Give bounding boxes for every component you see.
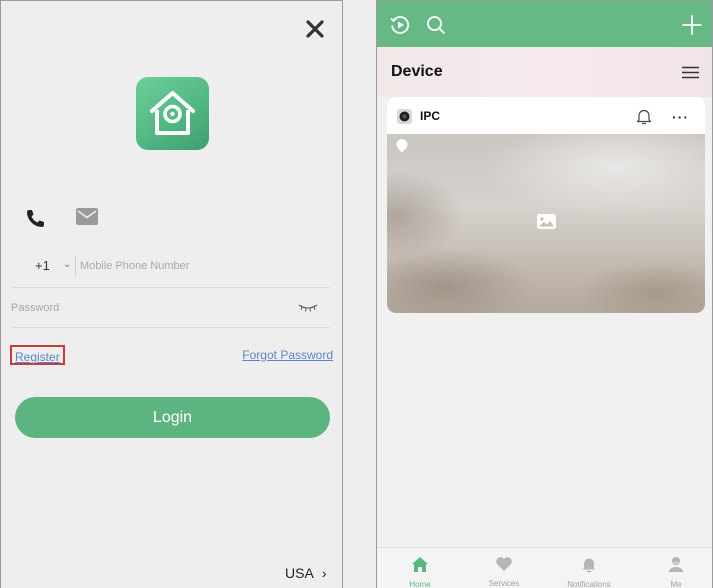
app-logo [136, 77, 209, 150]
more-icon[interactable]: ··· [672, 110, 689, 124]
bell-icon[interactable] [636, 108, 652, 125]
bottom-nav: Home Services Notifications Me [377, 547, 712, 588]
nav-me[interactable]: Me [641, 556, 711, 588]
home-icon [412, 557, 428, 572]
top-bar [377, 1, 712, 47]
phone-input[interactable] [80, 257, 320, 275]
nav-label: Notifications [567, 580, 611, 588]
heart-icon [496, 557, 512, 571]
phone-icon[interactable] [25, 207, 47, 229]
device-card[interactable]: IPC ··· [387, 97, 705, 313]
region-label: USA [285, 565, 314, 581]
bell-icon [582, 558, 596, 573]
nav-notifications[interactable]: Notifications [554, 556, 624, 588]
chevron-right-icon: › [321, 565, 327, 581]
device-card-header: IPC ··· [387, 97, 705, 134]
camera-icon [397, 109, 412, 124]
nav-services[interactable]: Services [469, 556, 539, 588]
login-button[interactable]: Login [15, 397, 330, 438]
region-selector[interactable]: USA › [285, 565, 327, 581]
password-input[interactable] [11, 299, 281, 317]
pin-icon [396, 139, 408, 153]
add-icon[interactable] [682, 15, 702, 35]
nav-label: Me [670, 580, 682, 588]
divider [75, 256, 76, 276]
forgot-password-link[interactable]: Forgot Password [242, 348, 333, 362]
image-placeholder-icon [537, 214, 556, 229]
country-code[interactable]: +1 [35, 258, 50, 273]
menu-icon[interactable] [682, 66, 699, 79]
gutter [343, 0, 376, 588]
play-history-icon[interactable] [389, 14, 411, 36]
register-link[interactable]: Register [10, 345, 65, 365]
search-icon[interactable] [426, 15, 446, 35]
mail-icon[interactable] [76, 208, 98, 225]
page-title: Device [391, 63, 443, 80]
eye-closed-icon[interactable] [298, 303, 318, 313]
nav-label: Services [488, 579, 520, 588]
divider [11, 287, 330, 288]
nav-home[interactable]: Home [385, 556, 455, 588]
device-screen: Device IPC ··· Home Services Notificatio… [376, 0, 713, 588]
login-screen: +1 ⌄ Register Forgot Password Login USA … [0, 0, 343, 588]
user-icon [669, 557, 683, 572]
divider [11, 327, 330, 328]
camera-preview[interactable] [387, 134, 705, 313]
close-icon[interactable] [302, 16, 328, 42]
device-name: IPC [420, 109, 441, 123]
home-camera-icon [150, 91, 195, 135]
chevron-down-icon[interactable]: ⌄ [63, 259, 71, 270]
nav-label: Home [409, 580, 431, 588]
